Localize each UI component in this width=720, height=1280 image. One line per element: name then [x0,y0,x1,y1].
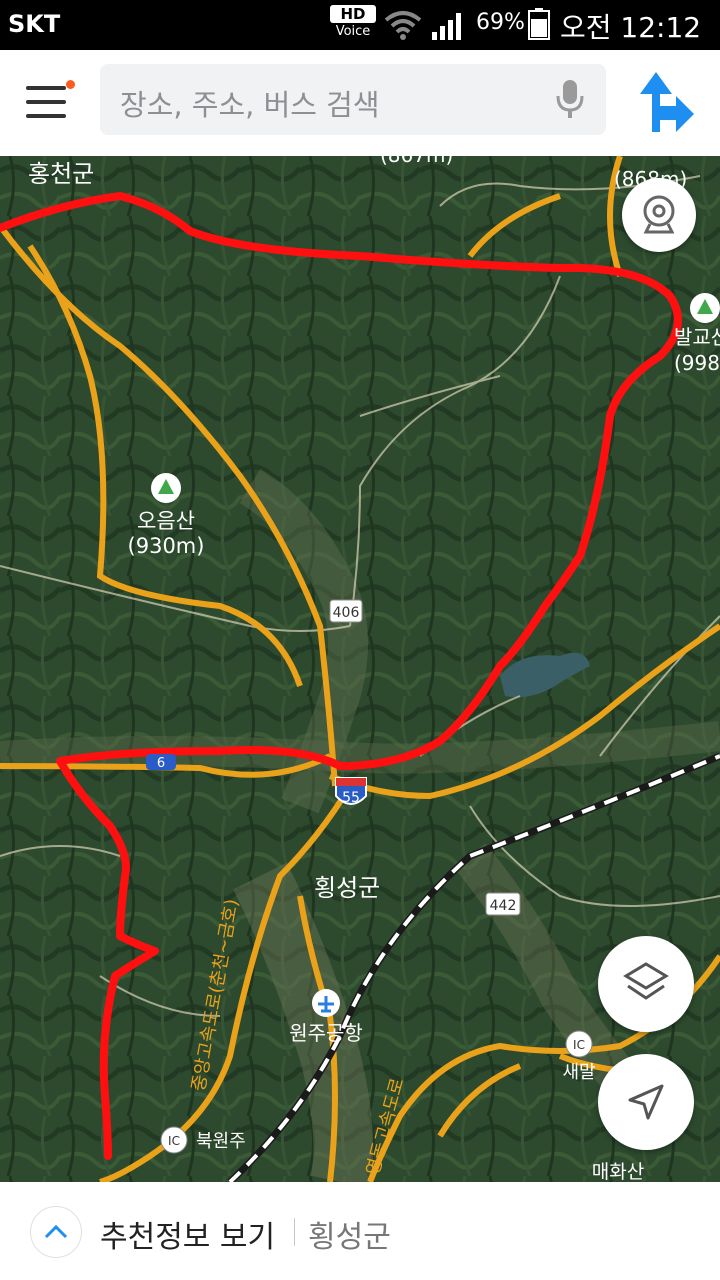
hd-badge: HD [330,5,376,23]
navigation-arrow-icon [628,1084,664,1120]
ic-label-1: IC [168,1134,180,1148]
chevron-up-icon [44,1224,68,1239]
map-view[interactable]: 홍천군 (867m) (868m) 발교산 (998m) 오음산 (930m) … [0,156,720,1182]
expand-button[interactable] [30,1206,82,1258]
hd-voice-icon: HD Voice [330,5,376,45]
label-airport: 원주공항 [289,1021,363,1045]
signal-icon [432,13,461,40]
webcam-icon [643,195,675,234]
top-bar: 장소, 주소, 버스 검색 [0,50,720,156]
microphone-icon[interactable] [554,78,586,120]
route-406-shield: 406 [333,605,360,621]
search-bar[interactable]: 장소, 주소, 버스 검색 [100,64,606,135]
cctv-button[interactable] [622,178,696,252]
label-peak-998-name: 발교산 [674,325,720,349]
layers-button[interactable] [598,936,694,1032]
label-bukwonju: 북원주 [196,1131,246,1152]
layers-icon [623,962,669,1000]
label-hongcheon: 홍천군 [28,160,94,188]
notification-dot [66,80,75,89]
my-location-button[interactable] [598,1054,694,1150]
recommend-info-link[interactable]: 추천정보 보기 [100,1212,275,1256]
carrier-label: SKT [8,10,61,38]
label-saemal: 새말 [562,1062,595,1083]
route-6-shield: 6 [157,756,165,771]
battery-percent: 69% [476,10,525,35]
ic-label-2: IC [573,1038,585,1052]
clock: 오전 12:12 [560,11,702,44]
battery-icon [528,8,550,40]
status-bar: SKT HD Voice 69% 오전 12:12 [0,0,720,50]
divider [294,1218,295,1246]
label-oeum-name: 오음산 [137,509,195,533]
voice-label: Voice [335,24,371,39]
label-oeum-height: (930m) [128,534,205,558]
label-peak-998: (998m) [674,351,720,375]
route-55-shield: 55 [342,790,360,806]
label-hoengseong: 횡성군 [314,874,380,902]
region-label: 횡성군 [308,1220,391,1255]
wifi-icon [384,11,422,40]
menu-button[interactable] [22,78,75,130]
directions-icon[interactable] [634,68,696,134]
bottom-bar: 추천정보 보기 횡성군 [0,1182,720,1280]
label-maehwasan: 매화산 [592,1161,644,1182]
route-442-shield: 442 [490,898,517,914]
label-peak-top: (867m) [380,156,453,167]
search-placeholder: 장소, 주소, 버스 검색 [120,88,380,122]
